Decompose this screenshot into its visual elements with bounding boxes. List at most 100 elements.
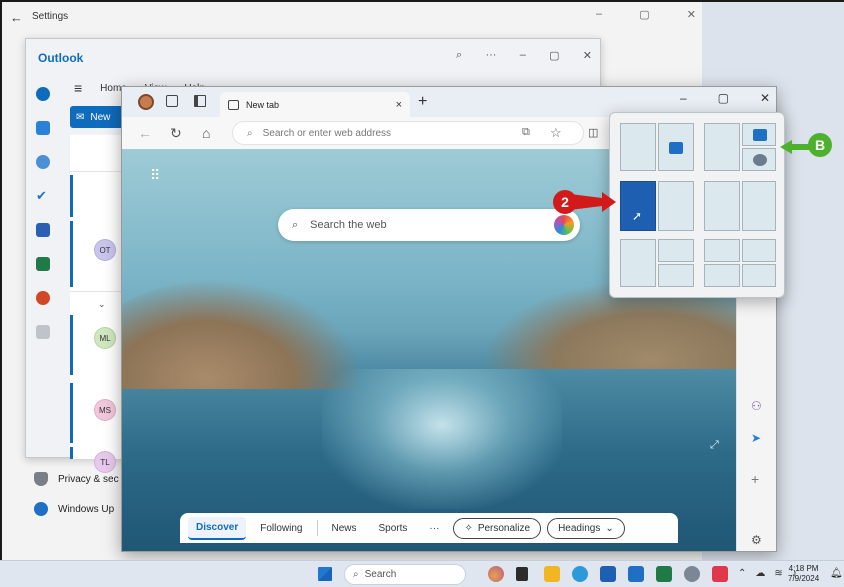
feed-tab-news[interactable]: News [324,518,365,539]
apps-grid-icon[interactable] [36,325,50,339]
outlook-window-controls: ⌕ ··· – ▢ ✕ [456,49,592,62]
excel-taskbar-icon[interactable] [656,566,672,582]
expand-icon[interactable]: ⤢ [710,439,719,452]
snap-zone[interactable] [742,239,776,262]
file-explorer-icon[interactable] [544,566,560,582]
settings-nav-label: Privacy & sec [58,473,119,485]
settings-thumbnail-icon [753,154,767,166]
wifi-icon[interactable]: ≋ [774,568,782,579]
tab-title: New tab [246,99,280,110]
personalize-button[interactable]: ✧ Personalize [453,517,542,539]
shield-icon [34,472,48,486]
people-icon[interactable]: ⚇ [751,399,762,413]
vertical-tabs-icon[interactable] [194,95,206,107]
snap-zone[interactable] [742,181,776,231]
reader-view-icon[interactable]: ⧉ [522,126,530,139]
news-feed-tabs: Discover Following News Sports ··· ✧ Per… [180,513,678,543]
taskbar-search[interactable]: ⌕ Search [344,564,466,585]
headings-label: Headings [558,522,601,534]
store-icon[interactable] [600,566,616,582]
minimize-button[interactable]: – [680,91,687,105]
maximize-button[interactable]: ▢ [549,49,559,62]
snap-zone[interactable] [658,239,694,262]
envelope-icon: ✉ [76,111,85,123]
maximize-button[interactable]: ▢ [718,91,729,105]
word-icon[interactable] [36,223,50,237]
excel-icon[interactable] [36,257,50,271]
onedrive-icon[interactable]: ☁ [755,568,765,579]
calendar-icon[interactable] [36,121,50,135]
mail-icon[interactable] [36,87,50,101]
address-bar[interactable]: ⌕ Search or enter web address [232,121,584,145]
web-search-box[interactable]: ⌕ Search the web [278,209,580,241]
feed-tab-discover[interactable]: Discover [188,516,247,540]
widgets-icon[interactable] [488,566,504,582]
tab-new-tab[interactable]: New tab × [220,92,410,117]
snap-zone[interactable] [704,181,740,231]
address-placeholder: Search or enter web address [262,127,392,139]
settings-taskbar-icon[interactable] [684,566,700,582]
snap-zone[interactable] [704,239,740,262]
chevron-up-icon[interactable]: ⌃ [738,568,746,579]
snap-zone-selected[interactable] [620,181,656,231]
close-button[interactable]: ✕ [760,91,770,105]
gear-icon[interactable]: ⚙ [751,533,762,547]
new-tab-button[interactable]: + [418,93,427,111]
powerpoint-icon[interactable] [36,291,50,305]
copilot-icon[interactable] [554,215,574,235]
people-icon[interactable] [36,155,50,169]
minimize-button[interactable]: – [520,49,526,62]
close-button[interactable]: ✕ [687,8,696,26]
home-icon[interactable]: ⌂ [202,125,210,141]
windows-start-icon[interactable] [318,567,332,581]
more-icon[interactable]: ··· [485,49,496,62]
settings-nav-windows-update[interactable]: Windows Up [34,496,114,522]
snap-zone[interactable] [704,264,740,287]
chevron-down-icon[interactable]: ⌄ [98,299,106,310]
clock-time: 4:18 PM [788,564,819,573]
feed-tab-sports[interactable]: Sports [371,518,416,539]
snap-zone[interactable] [742,123,776,146]
outlook-taskbar-icon[interactable] [628,566,644,582]
telegram-icon[interactable]: ➤ [751,431,761,445]
back-icon[interactable]: ← [138,125,152,141]
headings-dropdown[interactable]: Headings ⌄ [547,517,625,539]
maximize-button[interactable]: ▢ [639,8,649,26]
snap-zone[interactable] [658,264,694,287]
close-tab-icon[interactable]: × [396,99,402,111]
hamburger-menu-icon[interactable]: ≡ [74,81,82,95]
task-view-icon[interactable] [516,567,528,581]
add-sidebar-app-icon[interactable]: + [751,471,759,487]
edge-taskbar-icon[interactable] [572,566,588,582]
profile-avatar-icon[interactable] [138,94,154,110]
callout-2-arrow [570,192,616,212]
new-mail-button[interactable]: ✉ New [70,106,126,128]
snap-zone[interactable] [704,123,740,171]
todo-icon[interactable]: ✔ [36,189,50,203]
workspaces-icon[interactable] [166,95,178,107]
close-button[interactable]: ✕ [583,49,592,62]
snap-zone[interactable] [620,123,656,171]
snap-zone[interactable] [658,181,694,231]
app-launcher-icon[interactable]: ⠿ [150,167,160,184]
notification-bell-icon[interactable]: 🔔︎ [830,568,843,579]
snap-zone[interactable] [658,123,694,171]
feed-tab-following[interactable]: Following [252,518,310,539]
split-screen-icon[interactable]: ◫ [588,126,598,139]
feed-more-button[interactable]: ··· [421,518,447,539]
taskbar-search-label: Search [364,569,397,580]
search-icon[interactable]: ⌕ [456,49,462,62]
snap-zone[interactable] [742,148,776,171]
minimize-button[interactable]: – [596,8,602,26]
snap-zone[interactable] [742,264,776,287]
avatar: ML [94,327,116,349]
favorite-star-icon[interactable]: ☆ [550,125,562,141]
clock[interactable]: 4:18 PM 7/9/2024 [788,564,819,584]
snap-zone[interactable] [620,239,656,287]
back-arrow-icon[interactable]: ← [10,10,23,25]
search-icon: ⌕ [353,569,359,580]
tab-page-icon [228,99,239,110]
refresh-icon[interactable]: ↻ [170,125,182,142]
snagit-icon[interactable] [712,566,728,582]
sparkle-icon: ✧ [464,522,473,534]
